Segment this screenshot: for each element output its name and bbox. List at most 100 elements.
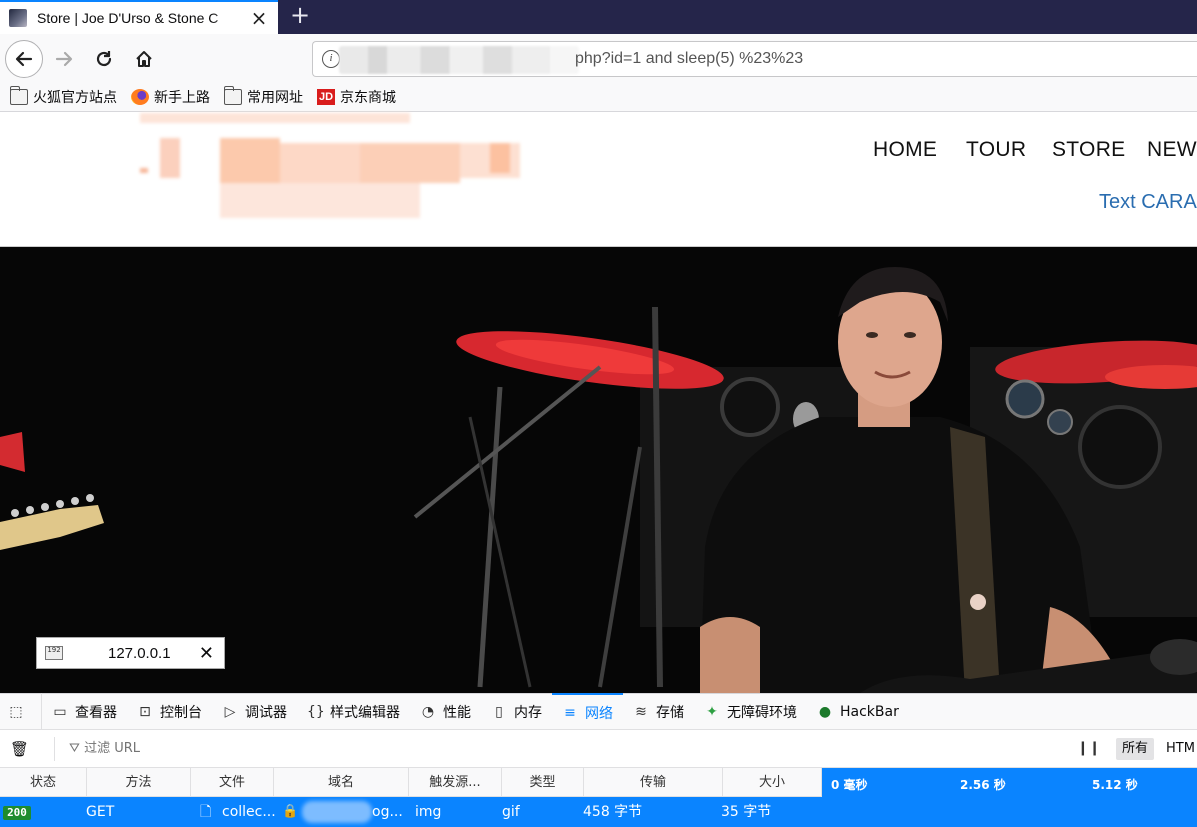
reload-button[interactable]	[87, 42, 121, 76]
bookmarks-toolbar: 火狐官方站点 新手上路 常用网址 JD 京东商城	[0, 82, 1197, 112]
firefox-icon	[131, 88, 149, 105]
active-tab[interactable]: Store | Joe D'Urso & Stone C ×	[0, 0, 278, 34]
column-type[interactable]: 类型	[502, 768, 584, 797]
ip-network-icon: 192	[45, 646, 63, 660]
back-button[interactable]	[5, 40, 43, 78]
bookmark-jd-mall[interactable]: JD 京东商城	[317, 87, 396, 107]
bookmark-label: 常用网址	[247, 89, 303, 106]
request-type: gif	[502, 804, 520, 820]
tab-strip: Store | Joe D'Urso & Stone C × +	[0, 0, 1197, 34]
site-header: HOME TOUR STORE NEW Text CARA	[0, 113, 1197, 247]
column-status[interactable]: 状态	[0, 768, 87, 797]
column-size[interactable]: 大小	[723, 768, 822, 797]
bookmark-label: 火狐官方站点	[33, 89, 117, 106]
home-icon	[136, 51, 152, 67]
column-method[interactable]: 方法	[87, 768, 191, 797]
debugger-icon: ▷	[224, 703, 236, 720]
forward-arrow-icon	[55, 51, 73, 67]
ip-address-popup: 192 127.0.0.1 ✕	[36, 637, 225, 669]
inspector-icon: ▭	[53, 703, 67, 720]
filter-all-button[interactable]: 所有	[1116, 738, 1155, 760]
tab-console[interactable]: ⊡ 控制台	[127, 693, 212, 730]
url-filter-input[interactable]: ⛛ 过滤 URL	[54, 736, 140, 761]
ip-address-text: 127.0.0.1	[108, 644, 171, 662]
tab-label: 查看器	[75, 704, 117, 721]
tab-debugger[interactable]: ▷ 调试器	[212, 693, 297, 730]
new-tab-icon[interactable]: +	[287, 3, 313, 29]
tab-label: 网络	[585, 705, 613, 722]
site-logo-redacted	[120, 113, 520, 218]
tab-label: 性能	[443, 704, 471, 721]
tab-close-icon[interactable]: ×	[248, 8, 270, 28]
navigation-toolbar: i php?id=1 and sleep(5) %23%23	[0, 34, 1197, 82]
tab-label: HackBar	[840, 703, 899, 720]
column-transferred[interactable]: 传输	[584, 768, 723, 797]
request-size: 35 字节	[721, 804, 772, 820]
tab-storage[interactable]: ≋ 存储	[623, 693, 694, 730]
site-favicon-icon	[9, 9, 27, 27]
folder-icon	[224, 85, 242, 105]
tab-inspector[interactable]: ▭ 查看器	[42, 693, 127, 730]
waterfall-timeline-header[interactable]: 0 毫秒 2.56 秒 5.12 秒	[822, 768, 1197, 797]
timeline-mark: 5.12 秒	[1092, 778, 1138, 792]
column-domain[interactable]: 域名	[274, 768, 409, 797]
column-file[interactable]: 文件	[191, 768, 274, 797]
element-picker-button[interactable]: ⬚	[0, 693, 42, 730]
tab-memory[interactable]: ▯ 内存	[481, 693, 552, 730]
tab-network[interactable]: ≡ 网络	[552, 693, 623, 730]
forward-button[interactable]	[47, 42, 81, 76]
menu-news[interactable]: NEW	[1147, 138, 1197, 162]
bookmark-label: 新手上路	[154, 89, 210, 106]
bookmark-folder-firefox-official[interactable]: 火狐官方站点	[10, 85, 117, 107]
text-cara-link[interactable]: Text CARA	[1099, 191, 1197, 214]
reload-icon	[96, 51, 112, 67]
pause-icon[interactable]: ❙❙	[1077, 740, 1100, 756]
file-icon: 🗋	[200, 804, 212, 820]
request-transferred: 458 字节	[583, 804, 643, 820]
menu-store[interactable]: STORE	[1052, 138, 1125, 162]
back-arrow-icon	[15, 51, 33, 67]
home-button[interactable]	[127, 42, 161, 76]
accessibility-icon: ✦	[706, 703, 718, 720]
lock-icon: 🔒	[282, 804, 299, 819]
bookmark-folder-common-urls[interactable]: 常用网址	[224, 85, 303, 107]
jd-icon: JD	[317, 88, 335, 105]
network-icon: ≡	[564, 704, 576, 721]
filter-html-button[interactable]: HTM	[1166, 741, 1195, 756]
request-cause: img	[415, 804, 442, 820]
menu-tour[interactable]: TOUR	[966, 138, 1026, 162]
timeline-mark: 0 毫秒	[831, 778, 868, 792]
style-editor-icon: {}	[307, 703, 325, 720]
tab-style-editor[interactable]: {} 样式编辑器	[297, 693, 410, 730]
tab-performance[interactable]: ◔ 性能	[410, 693, 481, 730]
hero-concert-photo	[0, 247, 1197, 693]
url-filter-placeholder: 过滤 URL	[84, 740, 140, 756]
request-table-header: 状态 方法 文件 域名 触发源... 类型 传输 大小 0 毫秒 2.56 秒 …	[0, 768, 1197, 797]
url-text[interactable]: php?id=1 and sleep(5) %23%23	[575, 50, 803, 68]
element-picker-icon: ⬚	[9, 703, 23, 720]
request-method: GET	[86, 804, 115, 820]
url-bar[interactable]: i php?id=1 and sleep(5) %23%23	[312, 41, 1197, 77]
close-icon[interactable]: ✕	[199, 643, 214, 664]
tab-title: Store | Joe D'Urso & Stone C	[37, 10, 219, 26]
performance-icon: ◔	[421, 703, 435, 720]
tab-label: 无障碍环境	[727, 704, 797, 721]
menu-home[interactable]: HOME	[873, 138, 937, 162]
tab-label: 样式编辑器	[330, 704, 400, 721]
timeline-mark: 2.56 秒	[960, 778, 1006, 792]
tab-label: 存储	[656, 704, 684, 721]
site-info-icon[interactable]: i	[322, 50, 340, 68]
column-cause[interactable]: 触发源...	[409, 768, 502, 797]
tab-label: 内存	[514, 704, 542, 721]
tab-accessibility[interactable]: ✦ 无障碍环境	[694, 693, 807, 730]
tab-hackbar[interactable]: ● HackBar	[807, 693, 909, 730]
domain-redacted-blur	[302, 801, 372, 823]
trash-icon[interactable]: 🗑	[10, 740, 29, 758]
request-domain: og...	[372, 804, 403, 820]
table-row[interactable]: 200 GET 🗋 collec... 🔒 og... img gif 458 …	[0, 797, 1197, 827]
bookmark-getting-started[interactable]: 新手上路	[131, 87, 210, 107]
hackbar-icon: ●	[818, 703, 832, 720]
request-file: collec...	[222, 804, 276, 820]
storage-icon: ≋	[635, 703, 647, 720]
concert-photo-illustration	[0, 247, 1197, 693]
